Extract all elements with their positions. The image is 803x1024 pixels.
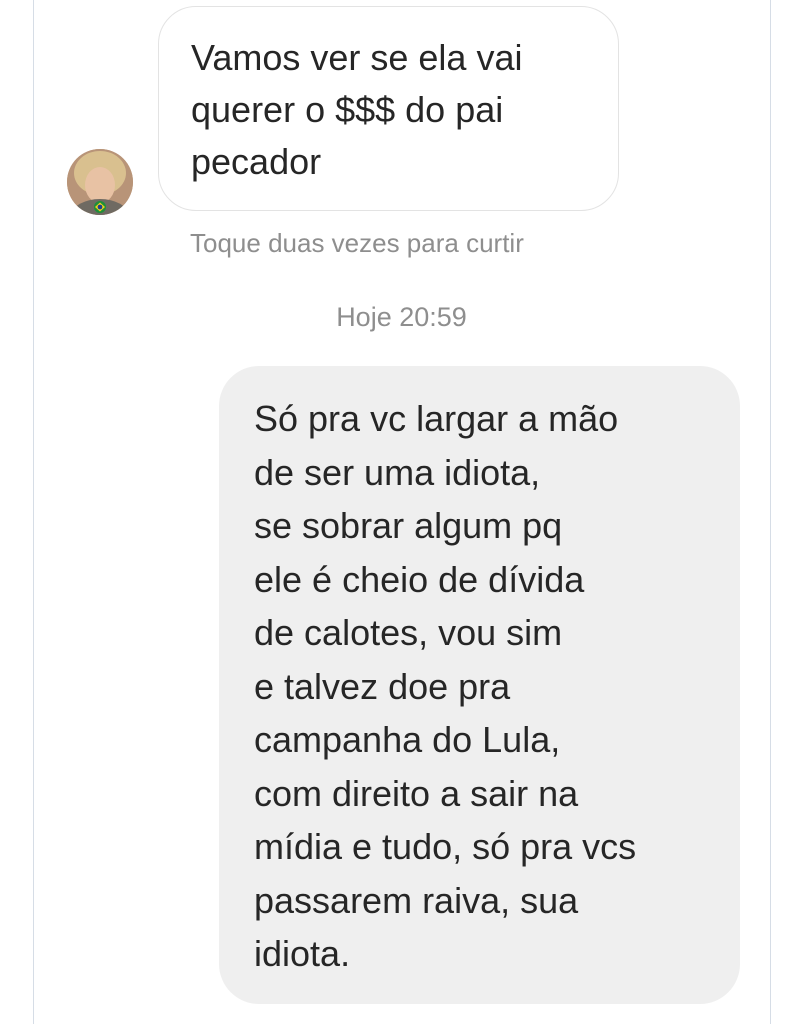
outgoing-message-bubble[interactable]: Só pra vc largar a mão de ser uma idiota… <box>219 366 740 1004</box>
incoming-message-text: Vamos ver se ela vai querer o $$$ do pai… <box>191 37 523 182</box>
sender-avatar[interactable] <box>67 149 133 215</box>
timestamp-label: Hoje 20:59 <box>336 302 467 332</box>
incoming-message-bubble[interactable]: Vamos ver se ela vai querer o $$$ do pai… <box>158 6 619 211</box>
outgoing-message-text: Só pra vc largar a mão de ser uma idiota… <box>254 398 637 974</box>
double-tap-like-hint: Toque duas vezes para curtir <box>190 228 524 258</box>
profile-photo-icon <box>67 149 133 215</box>
message-timestamp: Hoje 20:59 <box>0 300 803 334</box>
